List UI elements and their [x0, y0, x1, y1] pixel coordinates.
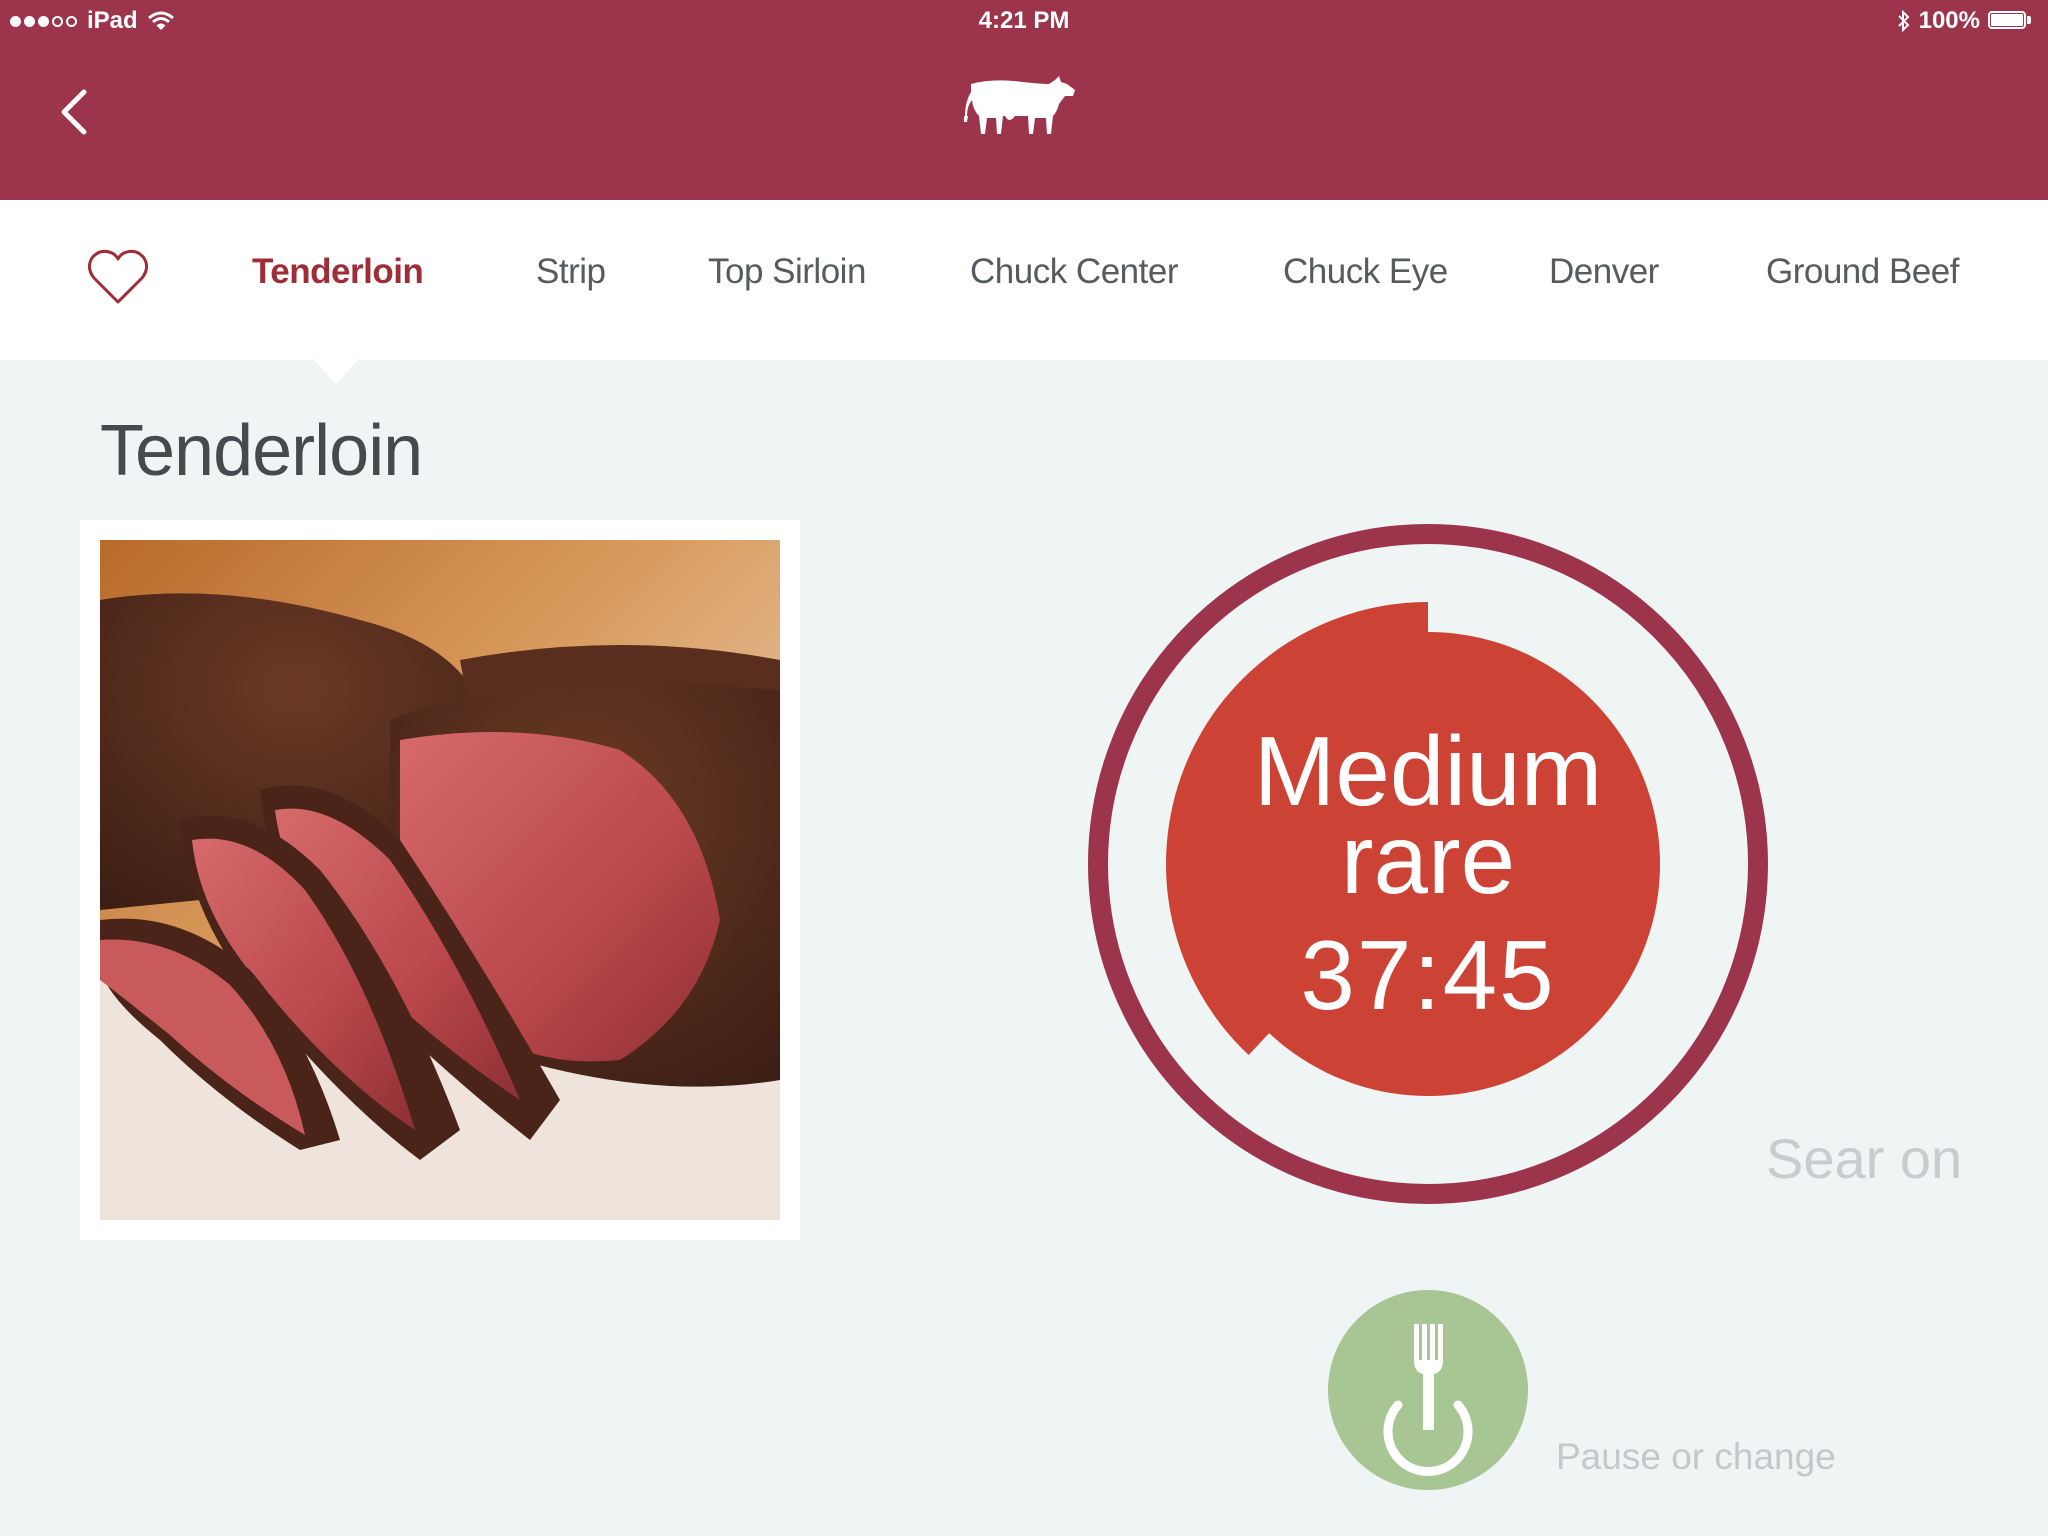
tab-tenderloin[interactable]: Tenderloin [252, 252, 424, 292]
tab-chuck-eye[interactable]: Chuck Eye [1283, 252, 1448, 292]
cow-icon [964, 76, 1075, 134]
tab-chuck-center[interactable]: Chuck Center [970, 252, 1178, 292]
battery-icon [1988, 11, 2032, 31]
tab-strip[interactable]: Strip [536, 252, 606, 292]
tenderloin-photo [100, 540, 780, 1220]
chevron-left-icon [61, 89, 87, 135]
app-header: iPad 4:21 PM 100% [0, 0, 2048, 200]
cut-photo-frame [80, 520, 800, 1240]
active-tab-indicator [312, 358, 360, 384]
bluetooth-icon [1897, 10, 1910, 32]
page-title: Tenderloin [100, 411, 423, 491]
tab-ground-beef[interactable]: Ground Beef [1766, 252, 1959, 292]
heart-icon [87, 249, 149, 304]
sear-toggle[interactable]: Sear on [1766, 1126, 1962, 1191]
countdown-timer: 37:45 [1300, 920, 1556, 1030]
doneness-label-line2: rare [1340, 804, 1516, 914]
pause-button[interactable] [1328, 1290, 1528, 1490]
status-bar: iPad 4:21 PM 100% [0, 0, 2048, 40]
pause-or-change-label[interactable]: Pause or change [1556, 1436, 1836, 1478]
status-right: 100% [1897, 7, 2032, 35]
tab-denver[interactable]: Denver [1549, 252, 1659, 292]
battery-percent: 100% [1918, 7, 1980, 34]
tab-top-sirloin[interactable]: Top Sirloin [708, 252, 866, 292]
favorite-button[interactable] [86, 248, 150, 306]
back-button[interactable] [50, 82, 100, 142]
status-time: 4:21 PM [978, 7, 1070, 34]
